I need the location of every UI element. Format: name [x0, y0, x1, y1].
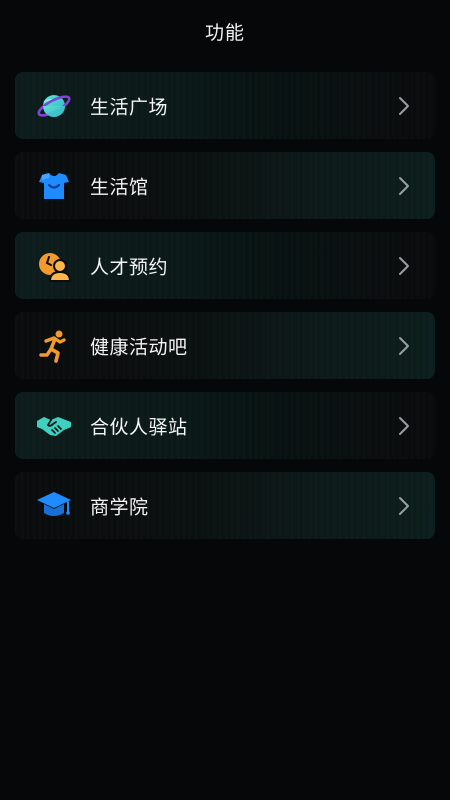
- functions-page: 功能 生活广场 生活馆 人才预约 健康活动吧 合伙人驿站 商学院: [0, 0, 450, 800]
- handshake-icon: [35, 407, 73, 445]
- talent-person-icon: [35, 247, 73, 285]
- menu-list: 生活广场 生活馆 人才预约 健康活动吧 合伙人驿站 商学院: [15, 72, 435, 552]
- menu-item-talent-booking[interactable]: 人才预约: [15, 232, 435, 299]
- menu-item-health-activity[interactable]: 健康活动吧: [15, 312, 435, 379]
- chevron-right-icon: [397, 336, 411, 356]
- graduation-cap-icon: [35, 487, 73, 525]
- chevron-right-icon: [397, 496, 411, 516]
- chevron-right-icon: [397, 256, 411, 276]
- planet-icon: [35, 87, 73, 125]
- chevron-right-icon: [397, 416, 411, 436]
- running-person-icon: [35, 327, 73, 365]
- chevron-right-icon: [397, 96, 411, 116]
- menu-item-business-school[interactable]: 商学院: [15, 472, 435, 539]
- page-header: 功能: [0, 0, 450, 64]
- page-title: 功能: [204, 21, 245, 44]
- menu-item-label: 商学院: [90, 496, 149, 518]
- menu-item-life-hall[interactable]: 生活馆: [15, 152, 435, 219]
- menu-item-label: 健康活动吧: [90, 336, 188, 358]
- menu-item-label: 合伙人驿站: [90, 416, 188, 438]
- menu-item-partner-station[interactable]: 合伙人驿站: [15, 392, 435, 459]
- menu-item-label: 人才预约: [90, 256, 169, 278]
- shopping-bag-icon: [35, 167, 73, 205]
- menu-item-life-plaza[interactable]: 生活广场: [15, 72, 435, 139]
- chevron-right-icon: [397, 176, 411, 196]
- menu-item-label: 生活馆: [90, 176, 149, 198]
- menu-item-label: 生活广场: [90, 96, 169, 118]
